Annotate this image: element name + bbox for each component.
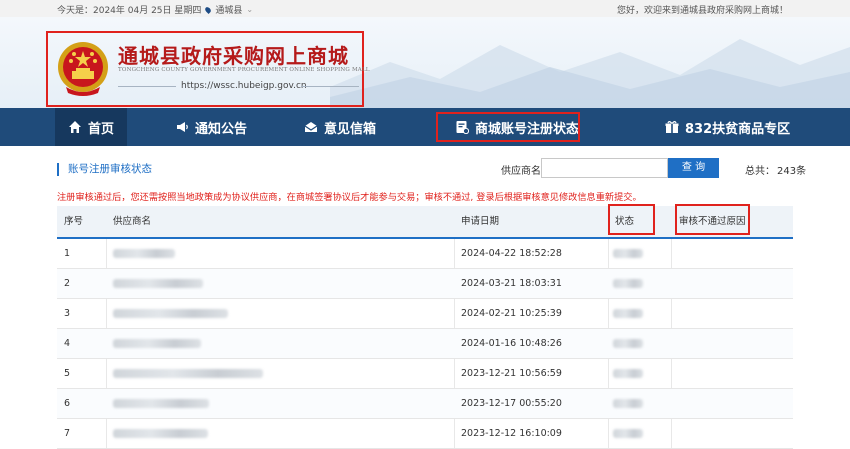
column-header-no: 序号 bbox=[64, 216, 84, 227]
site-url: https://wssc.hubeigp.gov.cn bbox=[181, 81, 307, 91]
row-number: 4 bbox=[64, 338, 71, 349]
table-row: 4 2024-01-16 10:48:26 bbox=[57, 329, 793, 359]
location-selector[interactable]: 通城县 bbox=[215, 3, 242, 16]
supplier-name-redacted bbox=[113, 359, 263, 389]
megaphone-icon bbox=[177, 122, 188, 132]
total-value: 243条 bbox=[777, 166, 807, 177]
location-pin-icon bbox=[204, 5, 213, 14]
column-header-date: 申请日期 bbox=[461, 216, 500, 227]
nav-poverty-zone[interactable]: 832扶贫商品专区 bbox=[665, 108, 790, 146]
highlight-box bbox=[675, 204, 750, 235]
row-number: 1 bbox=[64, 248, 71, 259]
date-location: 今天是：2024年 04月 25日 星期四 通城县 ⌄ bbox=[57, 3, 253, 16]
status-redacted bbox=[613, 299, 643, 329]
table-row: 1 2024-04-22 18:52:28 bbox=[57, 239, 793, 269]
status-redacted bbox=[613, 239, 643, 269]
section-title: 账号注册审核状态 bbox=[57, 163, 152, 176]
status-redacted bbox=[613, 419, 643, 449]
search-button[interactable]: 查 询 bbox=[668, 158, 719, 178]
table-row: 7 2023-12-12 16:10:09 bbox=[57, 419, 793, 449]
nav-home-label: 首页 bbox=[87, 121, 114, 137]
divider bbox=[301, 86, 359, 87]
row-number: 7 bbox=[64, 428, 71, 439]
status-redacted bbox=[613, 269, 643, 299]
highlight-box bbox=[608, 204, 655, 235]
status-redacted bbox=[613, 359, 643, 389]
divider bbox=[118, 86, 176, 87]
apply-date: 2024-03-21 18:03:31 bbox=[461, 278, 562, 289]
total-count: 总共： 243条 bbox=[743, 162, 806, 177]
row-number: 2 bbox=[64, 278, 71, 289]
supplier-name-redacted bbox=[113, 269, 203, 299]
total-label: 总共： bbox=[745, 166, 775, 177]
status-redacted bbox=[613, 389, 643, 419]
apply-date: 2024-02-21 10:25:39 bbox=[461, 308, 562, 319]
table-row: 6 2023-12-17 00:55:20 bbox=[57, 389, 793, 419]
chevron-down-icon[interactable]: ⌄ bbox=[246, 5, 253, 14]
table-row: 2 2024-03-21 18:03:31 bbox=[57, 269, 793, 299]
date-text: 今天是：2024年 04月 25日 星期四 bbox=[57, 6, 202, 16]
row-number: 5 bbox=[64, 368, 71, 379]
supplier-name-redacted bbox=[113, 389, 209, 419]
home-icon bbox=[68, 121, 81, 133]
apply-date: 2024-01-16 10:48:26 bbox=[461, 338, 562, 349]
mountain-background bbox=[330, 39, 850, 108]
apply-date: 2023-12-21 10:56:59 bbox=[461, 368, 562, 379]
nav-feedback-label: 意见信箱 bbox=[324, 121, 377, 137]
table-row: 5 2023-12-21 10:56:59 bbox=[57, 359, 793, 389]
table-row: 3 2024-02-21 10:25:39 bbox=[57, 299, 793, 329]
mail-icon bbox=[304, 122, 318, 132]
column-header-supplier: 供应商名 bbox=[113, 216, 152, 227]
supplier-search-input[interactable] bbox=[541, 158, 668, 178]
supplier-name-redacted bbox=[113, 239, 175, 269]
apply-date: 2024-04-22 18:52:28 bbox=[461, 248, 562, 259]
site-subtitle: TONGCHENG COUNTY GOVERNMENT PROCUREMENT … bbox=[118, 67, 370, 73]
notice-text: 注册审核通过后，您还需按照当地政策成为协议供应商，在商城签署协议后才能参与交易；… bbox=[57, 192, 642, 203]
status-redacted bbox=[613, 329, 643, 359]
row-number: 6 bbox=[64, 398, 71, 409]
site-header: 通城县政府采购网上商城 TONGCHENG COUNTY GOVERNMENT … bbox=[0, 17, 850, 108]
main-nav: 首页 通知公告 意见信箱 商城账号注册状态 832扶贫商品专区 bbox=[0, 108, 850, 146]
apply-date: 2023-12-17 00:55:20 bbox=[461, 398, 562, 409]
site-title: 通城县政府采购网上商城 bbox=[118, 44, 349, 68]
national-emblem-icon bbox=[58, 42, 108, 96]
gift-icon bbox=[665, 121, 679, 133]
nav-home[interactable]: 首页 bbox=[55, 108, 127, 146]
welcome-text: 您好，欢迎来到通城县政府采购网上商城！ bbox=[616, 6, 788, 16]
supplier-name-redacted bbox=[113, 419, 208, 449]
highlight-box bbox=[436, 112, 580, 142]
nav-poverty-label: 832扶贫商品专区 bbox=[685, 121, 791, 137]
nav-notices[interactable]: 通知公告 bbox=[175, 108, 247, 146]
supplier-name-redacted bbox=[113, 329, 201, 359]
row-number: 3 bbox=[64, 308, 71, 319]
site-logo[interactable]: 通城县政府采购网上商城 TONGCHENG COUNTY GOVERNMENT … bbox=[46, 31, 369, 107]
top-bar: 今天是：2024年 04月 25日 星期四 通城县 ⌄ 您好，欢迎来到通城县政府… bbox=[0, 0, 850, 17]
apply-date: 2023-12-12 16:10:09 bbox=[461, 428, 562, 439]
supplier-name-redacted bbox=[113, 299, 228, 329]
search-label: 供应商名: bbox=[501, 166, 545, 177]
nav-feedback[interactable]: 意见信箱 bbox=[304, 108, 376, 146]
nav-notices-label: 通知公告 bbox=[195, 121, 248, 137]
